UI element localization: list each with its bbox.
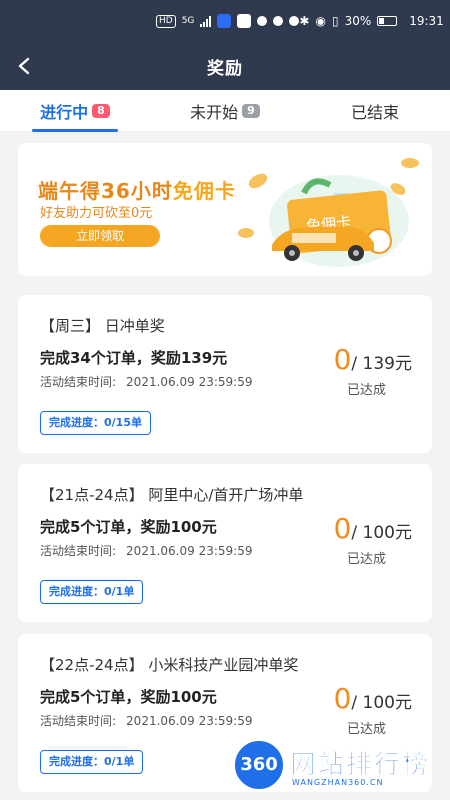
tab-label: 进行中 — [40, 102, 89, 122]
total-amount: / 100元 — [351, 523, 412, 543]
progress-pill: 完成进度：0/1单 — [40, 580, 144, 604]
tab-label: 已结束 — [350, 102, 399, 122]
status-icons-right: ✱ ◉ ▯ 30% 19:31 — [299, 14, 443, 28]
status-label: 已达成 — [346, 722, 386, 737]
reward-title: 【周三】 日冲单奖 — [40, 317, 165, 335]
claim-now-button[interactable]: 立即领取 — [40, 225, 160, 247]
hd-badge: HD — [156, 14, 176, 28]
reward-goal: 完成5个订单，奖励100元 — [40, 518, 217, 536]
status-label: 已达成 — [346, 552, 386, 567]
reward-card[interactable]: 【周三】 日冲单奖 完成34个订单，奖励139元 活动结束时间: 2021.06.… — [18, 295, 432, 453]
reward-card[interactable]: 【21点-24点】 阿里中心/首开广场冲单 完成5个订单，奖励100元 活动结束… — [18, 464, 432, 622]
reward-amount: 0/ 100元 — [334, 682, 412, 715]
tab-label: 未开始 — [190, 102, 239, 122]
total-amount: / 100元 — [351, 693, 412, 713]
tab-bar: 进行中 8 未开始 9 已结束 — [0, 90, 450, 132]
end-time: 活动结束时间: 2021.06.09 23:59:59 — [40, 712, 252, 729]
app-notification-icon — [217, 14, 232, 28]
vibrate-icon: ▯ — [331, 14, 339, 28]
reward-amount: 0/ 139元 — [334, 343, 412, 376]
current-amount: 0 — [333, 682, 352, 715]
end-time-label: 活动结束时间: — [40, 714, 117, 728]
tab-ended[interactable]: 已结束 — [300, 90, 450, 132]
watermark-url: WANGZHAN360.CN — [292, 778, 384, 787]
header: 奖励 — [0, 42, 450, 90]
banner-title-highlight: 免佣卡 — [172, 179, 236, 203]
status-label: 已达成 — [346, 383, 386, 398]
top-bar: HD 5G ✱ ◉ ▯ 30% 19:31 奖励 — [0, 0, 450, 90]
free-commission-card-illustration: 免佣卡 — [238, 158, 419, 267]
reward-goal: 完成5个订单，奖励100元 — [40, 688, 217, 706]
battery-level: 30% — [344, 14, 372, 28]
banner-title-main: 端午得36小时 — [38, 179, 173, 203]
page-title: 奖励 — [207, 58, 243, 79]
tab-not-started[interactable]: 未开始 9 — [150, 90, 300, 132]
battery-icon — [377, 16, 398, 26]
location-icon: ◉ — [315, 14, 326, 28]
watermark-text: 网站排行榜 — [290, 750, 431, 781]
wechat-icon — [257, 16, 268, 26]
banner-title: 端午得36小时免佣卡 — [38, 175, 236, 204]
message-icon — [289, 16, 300, 26]
watermark-logo: 360 — [232, 738, 286, 792]
progress-pill: 完成进度：0/1单 — [40, 750, 144, 774]
app-icon — [273, 16, 284, 26]
network-type: 5G — [181, 16, 195, 26]
reward-title: 【22点-24点】 小米科技产业园冲单奖 — [40, 656, 299, 674]
end-time-value: 2021.06.09 23:59:59 — [126, 544, 253, 558]
count-badge: 9 — [242, 103, 260, 118]
progress-pill: 完成进度：0/15单 — [40, 411, 151, 435]
promo-banner[interactable]: 端午得36小时免佣卡 好友助力可砍至0元 立即领取 免佣卡 — [18, 143, 432, 276]
end-time-value: 2021.06.09 23:59:59 — [126, 714, 253, 728]
end-time: 活动结束时间: 2021.06.09 23:59:59 — [40, 542, 252, 559]
banner-subtitle: 好友助力可砍至0元 — [40, 206, 153, 221]
site-watermark: 360 网站排行榜 WANGZHAN360.CN — [232, 738, 442, 796]
end-time-label: 活动结束时间: — [40, 375, 117, 389]
reward-title: 【21点-24点】 阿里中心/首开广场冲单 — [40, 486, 304, 504]
end-time-label: 活动结束时间: — [40, 544, 117, 558]
reward-goal: 完成34个订单，奖励139元 — [40, 349, 228, 367]
end-time-value: 2021.06.09 23:59:59 — [126, 375, 253, 389]
end-time: 活动结束时间: 2021.06.09 23:59:59 — [40, 373, 252, 390]
current-amount: 0 — [333, 512, 352, 545]
bluetooth-icon: ✱ — [299, 14, 310, 28]
count-badge: 8 — [92, 103, 110, 118]
status-bar: HD 5G ✱ ◉ ▯ 30% 19:31 — [0, 0, 450, 42]
current-amount: 0 — [333, 343, 352, 376]
clock: 19:31 — [409, 14, 444, 28]
signal-icon — [200, 15, 212, 27]
total-amount: / 139元 — [351, 354, 412, 374]
back-arrow-icon[interactable] — [14, 55, 36, 77]
reward-amount: 0/ 100元 — [334, 512, 412, 545]
tab-in-progress[interactable]: 进行中 8 — [0, 90, 150, 132]
status-icons-left: HD 5G — [156, 14, 300, 28]
app-notification-icon-2 — [237, 14, 252, 28]
